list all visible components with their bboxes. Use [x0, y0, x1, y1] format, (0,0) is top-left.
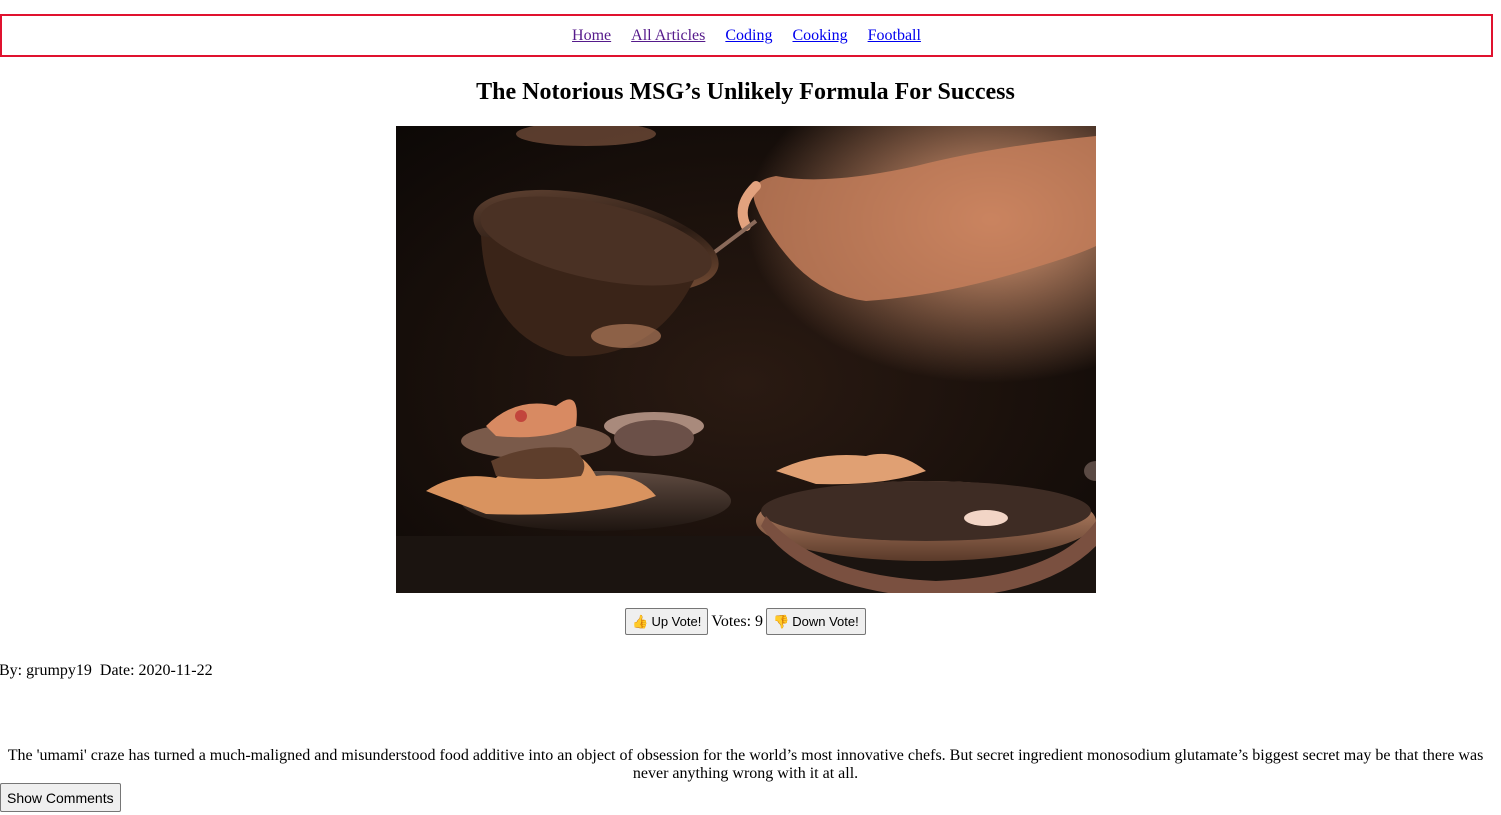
- nav-link-home[interactable]: Home: [572, 27, 611, 45]
- article-hero-image: [396, 126, 1096, 593]
- nav-link-football[interactable]: Football: [868, 27, 921, 45]
- thumbs-down-icon: 👎: [773, 613, 790, 629]
- article-summary: The 'umami' craze has turned a much-mali…: [7, 747, 1484, 782]
- nav-link-cooking[interactable]: Cooking: [792, 27, 847, 45]
- nav-link-coding[interactable]: Coding: [725, 27, 772, 45]
- top-nav: Home All Articles Coding Cooking Footbal…: [0, 14, 1493, 57]
- down-vote-label: Down Vote!: [792, 614, 859, 629]
- article-byline: By: grumpy19 Date: 2020-11-22: [0, 662, 213, 679]
- nav-link-all-articles[interactable]: All Articles: [631, 27, 705, 45]
- vote-count: Votes: 9: [711, 612, 764, 630]
- vote-bar: 👍 Up Vote! Votes: 9 👎 Down Vote!: [0, 608, 1491, 635]
- down-vote-button[interactable]: 👎 Down Vote!: [766, 608, 866, 635]
- up-vote-button[interactable]: 👍 Up Vote!: [625, 608, 709, 635]
- up-vote-label: Up Vote!: [651, 614, 702, 629]
- thumbs-up-icon: 👍: [632, 613, 649, 629]
- article-title: The Notorious MSG’s Unlikely Formula For…: [476, 79, 1015, 105]
- show-comments-button[interactable]: Show Comments: [0, 783, 121, 812]
